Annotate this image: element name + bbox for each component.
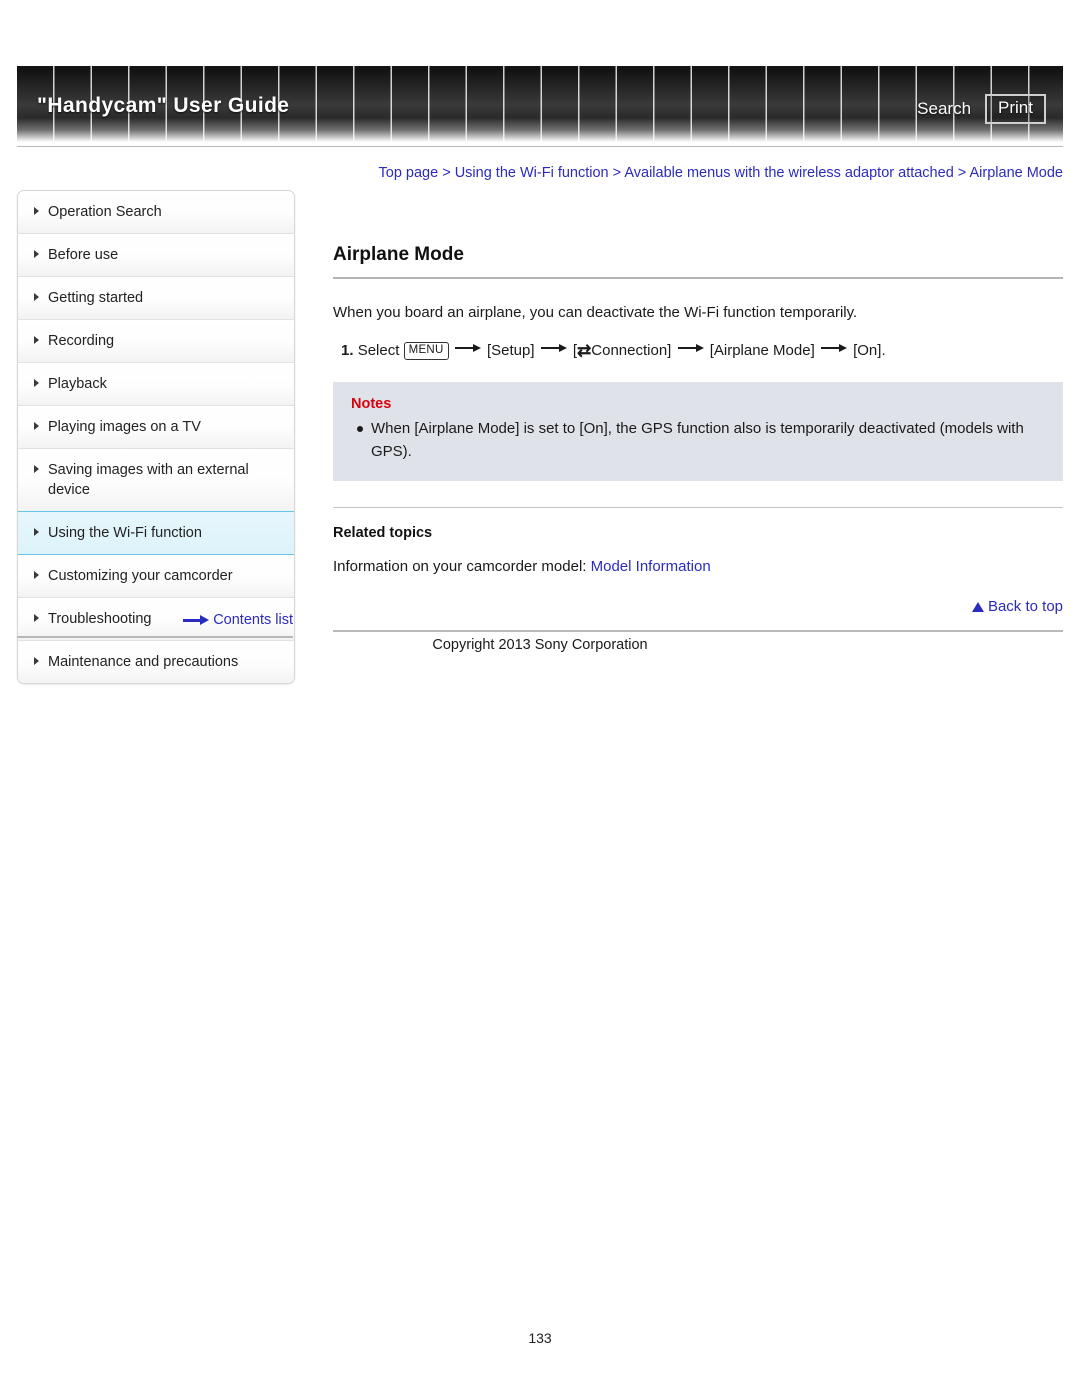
connection-arrows-icon: ⇄	[577, 341, 592, 360]
breadcrumb-item-available-menus[interactable]: Available menus with the wireless adapto…	[624, 165, 953, 181]
sidebar-item-using-the-wifi-function[interactable]: Using the Wi-Fi function	[18, 511, 294, 555]
notes-list-item: When [Airplane Mode] is set to [On], the…	[357, 417, 1045, 463]
arrow-right-icon	[453, 343, 483, 353]
header-divider	[17, 146, 1063, 147]
triangle-bullet-icon	[34, 379, 39, 387]
sidebar-item-customizing-your-camcorder[interactable]: Customizing your camcorder	[18, 555, 294, 598]
sidebar-nav: Operation Search Before use Getting star…	[17, 190, 295, 684]
sidebar-item-before-use[interactable]: Before use	[18, 234, 294, 277]
menu-button-icon: MENU	[403, 342, 449, 360]
related-topics-prefix: Information on your camcorder model:	[333, 558, 587, 575]
breadcrumb-separator: >	[957, 165, 967, 181]
notes-box: Notes When [Airplane Mode] is set to [On…	[333, 382, 1063, 481]
step-item-connection: Connection]	[591, 342, 672, 359]
page-title: Airplane Mode	[333, 244, 464, 265]
sidebar-item-label: Saving images with an external device	[48, 462, 249, 498]
copyright-text: Copyright 2013 Sony Corporation	[432, 637, 648, 653]
step-item-on: [On].	[853, 342, 886, 359]
contents-list-label: Contents list	[213, 612, 293, 628]
sidebar-item-label: Using the Wi-Fi function	[48, 525, 202, 541]
sidebar-item-label: Before use	[48, 247, 119, 263]
arrow-right-icon	[539, 343, 569, 353]
triangle-bullet-icon	[34, 293, 39, 301]
breadcrumb-separator: >	[612, 165, 622, 181]
sidebar-item-label: Maintenance and precautions	[48, 654, 239, 670]
arrow-right-icon	[819, 343, 849, 353]
triangle-bullet-icon	[34, 657, 39, 665]
step-verb: Select	[357, 342, 400, 359]
arrow-right-icon	[183, 615, 210, 626]
notes-heading: Notes	[351, 396, 392, 412]
header-actions: Search Print	[917, 94, 1046, 124]
related-topics-line: Information on your camcorder model: Mod…	[333, 555, 1063, 578]
sidebar-item-getting-started[interactable]: Getting started	[18, 277, 294, 320]
main-content: Airplane Mode When you board an airplane…	[333, 244, 1063, 615]
back-to-top-label: Back to top	[987, 598, 1063, 615]
sidebar-item-label: Operation Search	[48, 204, 162, 220]
back-to-top-link[interactable]: Back to top	[333, 598, 1063, 615]
page-title-banner: "Handycam" User Guide	[37, 94, 290, 117]
search-button[interactable]: Search	[917, 99, 971, 119]
title-divider	[333, 277, 1063, 279]
sidebar-item-recording[interactable]: Recording	[18, 320, 294, 363]
page-number: 133	[528, 1330, 552, 1346]
intro-paragraph: When you board an airplane, you can deac…	[333, 304, 858, 321]
step-number: 1.	[341, 342, 354, 359]
sidebar-item-label: Recording	[48, 333, 115, 349]
arrow-right-icon	[676, 343, 706, 353]
related-topics-divider	[333, 507, 1063, 508]
sidebar-item-playback[interactable]: Playback	[18, 363, 294, 406]
sidebar-item-maintenance-and-precautions[interactable]: Maintenance and precautions	[18, 641, 294, 683]
contents-list-link[interactable]: Contents list	[17, 612, 293, 628]
sidebar-bottom-divider	[17, 636, 293, 638]
breadcrumb-separator: >	[442, 165, 451, 181]
triangle-bullet-icon	[34, 336, 39, 344]
breadcrumb-item-airplane-mode: Airplane Mode	[969, 165, 1064, 181]
page-header: "Handycam" User Guide Search Print	[17, 66, 1063, 142]
sidebar-item-label: Playback	[48, 376, 107, 392]
print-button[interactable]: Print	[985, 94, 1046, 124]
procedure-step: 1. Select MENU [Setup] [⇄Connection] [Ai…	[333, 338, 1063, 364]
triangle-up-icon	[971, 602, 984, 612]
breadcrumb-item-top-page[interactable]: Top page	[379, 165, 439, 181]
sidebar-item-label: Getting started	[48, 290, 144, 306]
sidebar-item-playing-images-on-a-tv[interactable]: Playing images on a TV	[18, 406, 294, 449]
triangle-bullet-icon	[34, 571, 39, 579]
breadcrumb-item-wifi-function[interactable]: Using the Wi-Fi function	[455, 165, 609, 181]
triangle-bullet-icon	[34, 207, 39, 215]
sidebar-item-saving-images-external-device[interactable]: Saving images with an external device	[18, 449, 294, 512]
related-topics-heading: Related topics	[333, 525, 433, 541]
triangle-bullet-icon	[34, 465, 39, 473]
model-information-link[interactable]: Model Information	[591, 558, 711, 575]
step-item-setup: [Setup]	[486, 342, 535, 359]
notes-list: When [Airplane Mode] is set to [On], the…	[351, 417, 1045, 463]
sidebar-item-operation-search[interactable]: Operation Search	[18, 191, 294, 234]
triangle-bullet-icon	[34, 250, 39, 258]
sidebar-item-label: Playing images on a TV	[48, 419, 201, 435]
triangle-bullet-icon	[34, 422, 39, 430]
footer-divider	[333, 630, 1063, 632]
triangle-bullet-icon	[34, 528, 39, 536]
step-item-airplane-mode: [Airplane Mode]	[709, 342, 815, 359]
breadcrumb: Top page > Using the Wi-Fi function > Av…	[333, 162, 1064, 184]
sidebar-item-label: Customizing your camcorder	[48, 568, 233, 584]
